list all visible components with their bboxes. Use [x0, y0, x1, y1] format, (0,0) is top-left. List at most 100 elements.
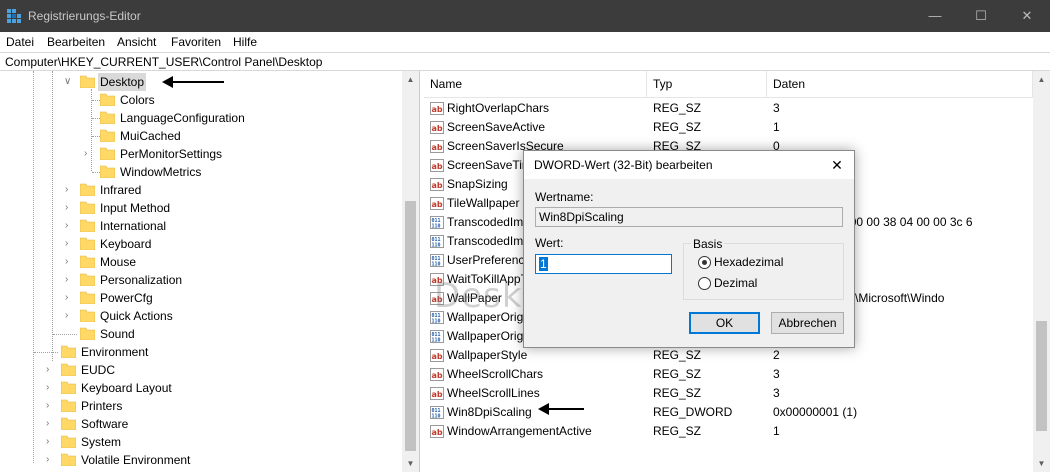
cell-data: 3: [773, 101, 780, 115]
string-value-icon: ab: [430, 102, 444, 115]
list-scrollbar[interactable]: ▲ ▼: [1033, 71, 1050, 472]
scrollbar-thumb[interactable]: [1036, 321, 1047, 431]
value-name-field[interactable]: Win8DpiScaling: [535, 207, 843, 227]
cancel-button[interactable]: Abbrechen: [771, 312, 844, 334]
annotation-arrow: [162, 76, 224, 88]
tree-item-personalization[interactable]: › Personalization: [0, 271, 400, 289]
ok-button[interactable]: OK: [689, 312, 760, 334]
tree-item-mouse[interactable]: › Mouse: [0, 253, 400, 271]
menu-favoriten[interactable]: Favoriten: [171, 35, 221, 49]
scroll-up-icon[interactable]: ▲: [1033, 71, 1050, 88]
tree-item-colors[interactable]: Colors: [0, 91, 400, 109]
address-path: Computer\HKEY_CURRENT_USER\Control Panel…: [5, 55, 323, 69]
scroll-up-icon[interactable]: ▲: [402, 71, 419, 88]
folder-icon: [80, 255, 95, 268]
radio-decimal[interactable]: [698, 277, 711, 290]
chevron-right-icon[interactable]: ›: [46, 361, 56, 379]
tree-item-label: Environment: [81, 345, 149, 359]
tree-item-muicached[interactable]: MuiCached: [0, 127, 400, 145]
table-row[interactable]: ab WallpaperStyle REG_SZ 2: [424, 346, 1034, 365]
chevron-right-icon[interactable]: ›: [84, 145, 94, 163]
chevron-right-icon[interactable]: ›: [46, 433, 56, 451]
chevron-right-icon[interactable]: ›: [65, 235, 75, 253]
radio-hexadecimal[interactable]: [698, 256, 711, 269]
folder-icon: [80, 183, 95, 196]
string-value-icon: ab: [430, 349, 444, 362]
chevron-right-icon[interactable]: ›: [65, 307, 75, 325]
menu-bearbeiten[interactable]: Bearbeiten: [47, 35, 105, 49]
chevron-right-icon[interactable]: ›: [65, 271, 75, 289]
svg-text:ab: ab: [432, 352, 443, 361]
radio-decimal-label[interactable]: Dezimal: [714, 276, 757, 290]
maximize-button[interactable]: ☐: [958, 0, 1004, 32]
address-bar[interactable]: Computer\HKEY_CURRENT_USER\Control Panel…: [0, 52, 1050, 71]
table-row[interactable]: ab ScreenSaveActive REG_SZ 1: [424, 118, 1034, 137]
string-value-icon: ab: [430, 197, 444, 210]
tree-item-windowmetrics[interactable]: WindowMetrics: [0, 163, 400, 181]
svg-text:110: 110: [432, 414, 441, 420]
tree-item-keyboard[interactable]: › Keyboard: [0, 235, 400, 253]
menu-hilfe[interactable]: Hilfe: [233, 35, 257, 49]
menu-ansicht[interactable]: Ansicht: [117, 35, 156, 49]
tree-scrollbar[interactable]: ▲ ▼: [402, 71, 419, 472]
tree-item-system[interactable]: › System: [0, 433, 400, 451]
string-value-icon: ab: [430, 140, 444, 153]
tree-item-label: Volatile Environment: [81, 453, 191, 467]
folder-icon: [61, 453, 76, 466]
folder-icon: [61, 435, 76, 448]
chevron-right-icon[interactable]: ›: [46, 397, 56, 415]
tree-item-permonitorsettings[interactable]: › PerMonitorSettings: [0, 145, 400, 163]
chevron-right-icon[interactable]: ›: [65, 181, 75, 199]
tree-item-label: Colors: [120, 93, 155, 107]
tree-item-languageconfiguration[interactable]: LanguageConfiguration: [0, 109, 400, 127]
column-header-type[interactable]: Typ: [647, 71, 767, 98]
svg-text:110: 110: [432, 243, 441, 249]
tree-item-volatile-environment[interactable]: › Volatile Environment: [0, 451, 400, 469]
scrollbar-thumb[interactable]: [405, 201, 416, 451]
tree-item-software[interactable]: › Software: [0, 415, 400, 433]
table-row[interactable]: 011 110 Win8DpiScaling REG_DWORD 0x00000001 …: [424, 403, 1034, 422]
chevron-right-icon[interactable]: ›: [65, 253, 75, 271]
cell-type: REG_SZ: [653, 367, 702, 381]
tree-item-input-method[interactable]: › Input Method: [0, 199, 400, 217]
tree-item-infrared[interactable]: › Infrared: [0, 181, 400, 199]
column-header-data[interactable]: Daten: [767, 71, 1033, 98]
tree-item-keyboard-layout[interactable]: › Keyboard Layout: [0, 379, 400, 397]
menu-datei[interactable]: Datei: [6, 35, 34, 49]
chevron-down-icon[interactable]: ∨: [64, 73, 74, 91]
minimize-button[interactable]: —: [912, 0, 958, 32]
chevron-right-icon[interactable]: ›: [65, 289, 75, 307]
table-row[interactable]: ab RightOverlapChars REG_SZ 3: [424, 99, 1034, 118]
table-row[interactable]: ab WheelScrollChars REG_SZ 3: [424, 365, 1034, 384]
table-row[interactable]: ab WheelScrollLines REG_SZ 3: [424, 384, 1034, 403]
cell-name: WindowArrangementActive: [447, 424, 592, 438]
cell-data: 1: [773, 424, 780, 438]
registry-editor-icon: [7, 9, 21, 23]
tree-item-powercfg[interactable]: › PowerCfg: [0, 289, 400, 307]
folder-icon: [100, 93, 115, 106]
svg-text:110: 110: [432, 262, 441, 268]
tree-item-environment[interactable]: Environment: [0, 343, 400, 361]
scroll-down-icon[interactable]: ▼: [1033, 455, 1050, 472]
tree-item-quick-actions[interactable]: › Quick Actions: [0, 307, 400, 325]
tree-item-sound[interactable]: Sound: [0, 325, 400, 343]
table-row[interactable]: ab WindowArrangementActive REG_SZ 1: [424, 422, 1034, 441]
value-data-input[interactable]: 1: [535, 254, 672, 274]
folder-icon: [100, 165, 115, 178]
value-data-label: Wert:: [535, 236, 564, 250]
scroll-down-icon[interactable]: ▼: [402, 455, 419, 472]
close-button[interactable]: ✕: [1004, 0, 1050, 32]
chevron-right-icon[interactable]: ›: [65, 217, 75, 235]
chevron-right-icon[interactable]: ›: [46, 415, 56, 433]
folder-icon: [61, 363, 76, 376]
radio-hexadecimal-label[interactable]: Hexadezimal: [714, 255, 783, 269]
tree-item-label: Keyboard Layout: [81, 381, 172, 395]
tree-item-eudc[interactable]: › EUDC: [0, 361, 400, 379]
tree-item-printers[interactable]: › Printers: [0, 397, 400, 415]
close-icon[interactable]: ✕: [826, 154, 848, 176]
tree-item-international[interactable]: › International: [0, 217, 400, 235]
chevron-right-icon[interactable]: ›: [46, 451, 56, 469]
chevron-right-icon[interactable]: ›: [46, 379, 56, 397]
column-header-name[interactable]: Name: [424, 71, 647, 98]
chevron-right-icon[interactable]: ›: [65, 199, 75, 217]
